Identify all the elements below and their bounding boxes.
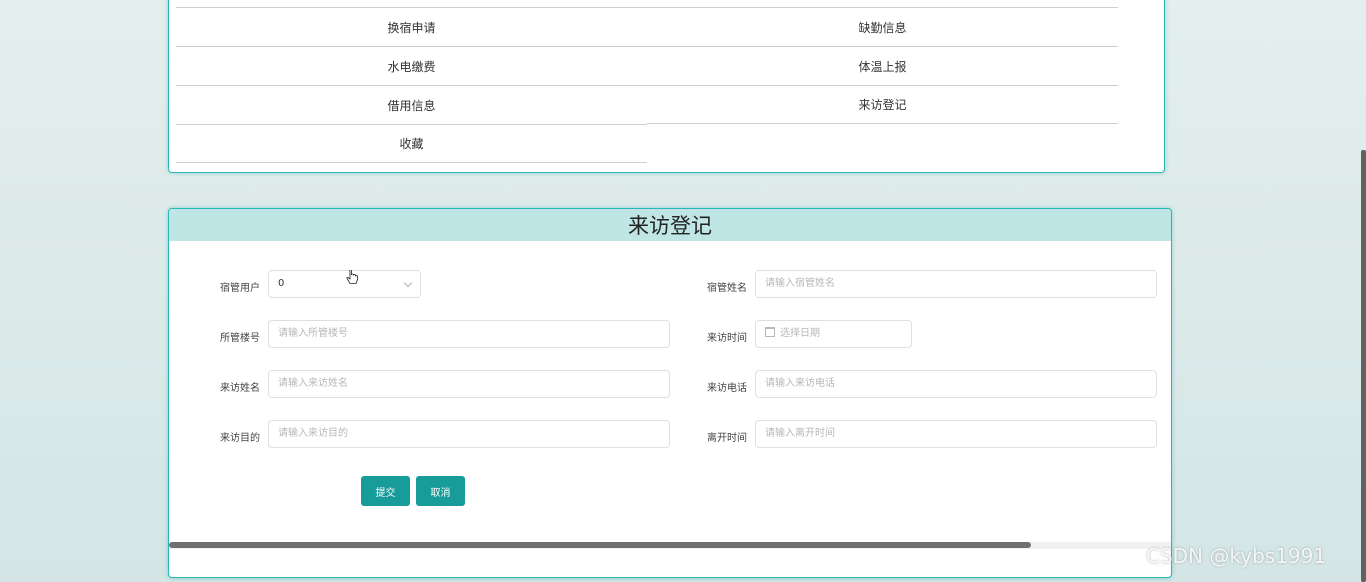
visitor-name-input[interactable]: 请输入来访姓名 (268, 370, 670, 398)
menu-item-dorm-change[interactable]: 换宿申请 (176, 7, 647, 46)
horizontal-scrollbar[interactable] (169, 542, 1171, 549)
horizontal-scrollbar-thumb[interactable] (169, 542, 1031, 548)
nav-menu-card: 换宿申请 缺勤信息 水电缴费 体温上报 借用信息 来访登记 收藏 (168, 0, 1165, 173)
menu-item-visitor-registration[interactable]: 来访登记 (647, 85, 1118, 124)
menu-item-favorites[interactable]: 收藏 (176, 124, 647, 163)
dorm-name-label: 宿管姓名 (707, 283, 747, 294)
leave-time-input[interactable]: 请输入离开时间 (755, 420, 1157, 448)
hand-pointer-cursor-icon (346, 270, 358, 284)
nav-menu-row: 水电缴费 体温上报 (176, 46, 1118, 85)
nav-menu-row: 借用信息 来访登记 (176, 85, 1118, 124)
building-no-input[interactable]: 请输入所管楼号 (268, 320, 670, 348)
visit-purpose-input[interactable]: 请输入来访目的 (268, 420, 670, 448)
visit-time-datepicker[interactable]: 选择日期 (755, 320, 912, 348)
visitor-name-label: 来访姓名 (220, 383, 260, 394)
dorm-user-select-value: 0 (278, 278, 285, 289)
nav-menu-row: 收藏 (176, 124, 1118, 163)
visit-time-placeholder: 选择日期 (780, 328, 820, 339)
nav-menu-row: 换宿申请 缺勤信息 (176, 7, 1118, 46)
building-no-label: 所管楼号 (220, 333, 260, 344)
visit-time-label: 来访时间 (707, 333, 747, 344)
vertical-scrollbar[interactable] (1361, 150, 1366, 582)
visitor-form-card: 来访登记 宿管用户 0 宿管姓名 请输入宿管姓名 所管楼号 请输入所管楼号 来访… (168, 208, 1172, 578)
cancel-button[interactable]: 取消 (416, 476, 465, 506)
dorm-user-select[interactable]: 0 (268, 270, 421, 298)
menu-item-utility-payment[interactable]: 水电缴费 (176, 46, 647, 85)
visitor-phone-input[interactable]: 请输入来访电话 (755, 370, 1157, 398)
form-title: 来访登记 (169, 209, 1171, 241)
dorm-name-input[interactable]: 请输入宿管姓名 (755, 270, 1157, 298)
watermark: CSDN @kybs1991 (1146, 544, 1327, 568)
dorm-user-label: 宿管用户 (220, 283, 260, 294)
menu-item-absence-info[interactable]: 缺勤信息 (647, 7, 1118, 46)
menu-item-borrow-info[interactable]: 借用信息 (176, 85, 647, 124)
submit-button[interactable]: 提交 (361, 476, 410, 506)
visit-purpose-label: 来访目的 (220, 433, 260, 444)
leave-time-label: 离开时间 (707, 433, 747, 444)
chevron-down-icon (403, 278, 413, 288)
calendar-icon (765, 327, 775, 337)
visitor-phone-label: 来访电话 (707, 383, 747, 394)
menu-item-temperature-report[interactable]: 体温上报 (647, 46, 1118, 85)
nav-menu-grid: 换宿申请 缺勤信息 水电缴费 体温上报 借用信息 来访登记 收藏 (176, 7, 1118, 163)
